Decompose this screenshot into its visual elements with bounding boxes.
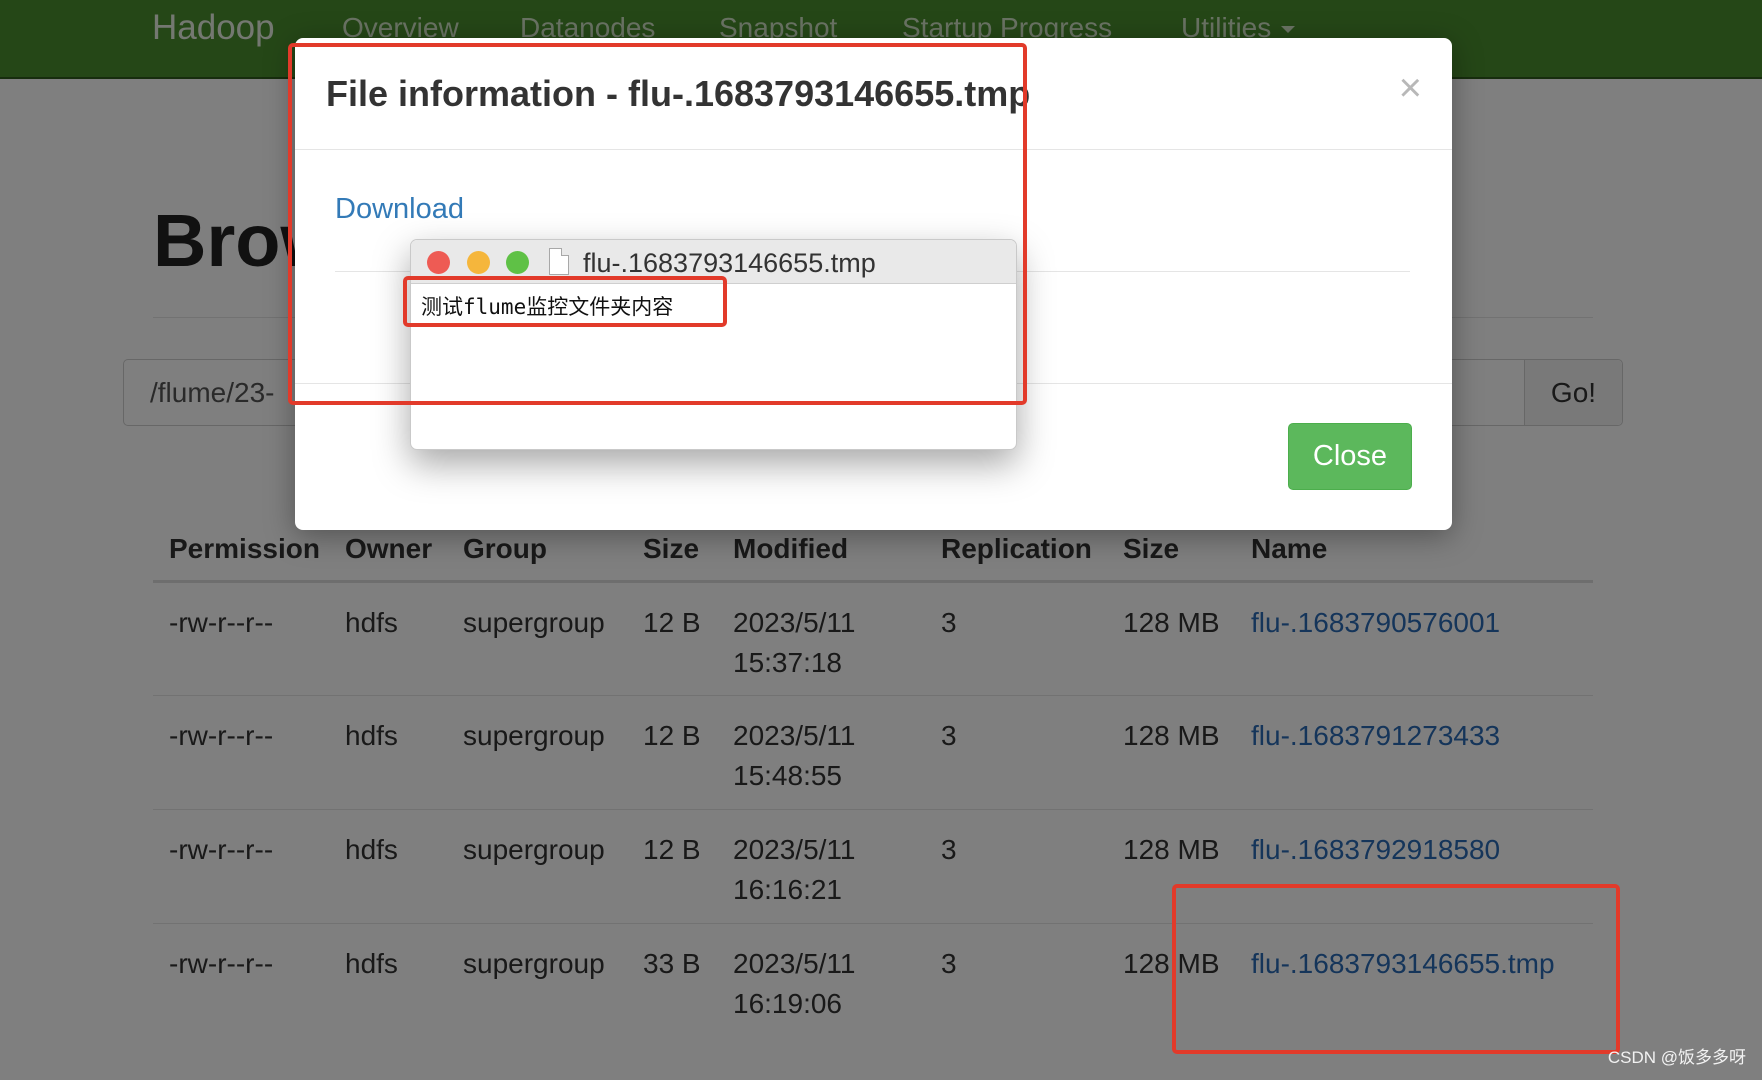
watermark: CSDN @饭多多呀	[1607, 1048, 1746, 1067]
close-icon[interactable]: ×	[1399, 68, 1422, 108]
close-button[interactable]: Close	[1288, 423, 1412, 490]
annotation-box-content	[403, 276, 727, 327]
annotation-box-tmp-file	[1172, 884, 1620, 1054]
annotation-box-modal	[288, 43, 1027, 405]
